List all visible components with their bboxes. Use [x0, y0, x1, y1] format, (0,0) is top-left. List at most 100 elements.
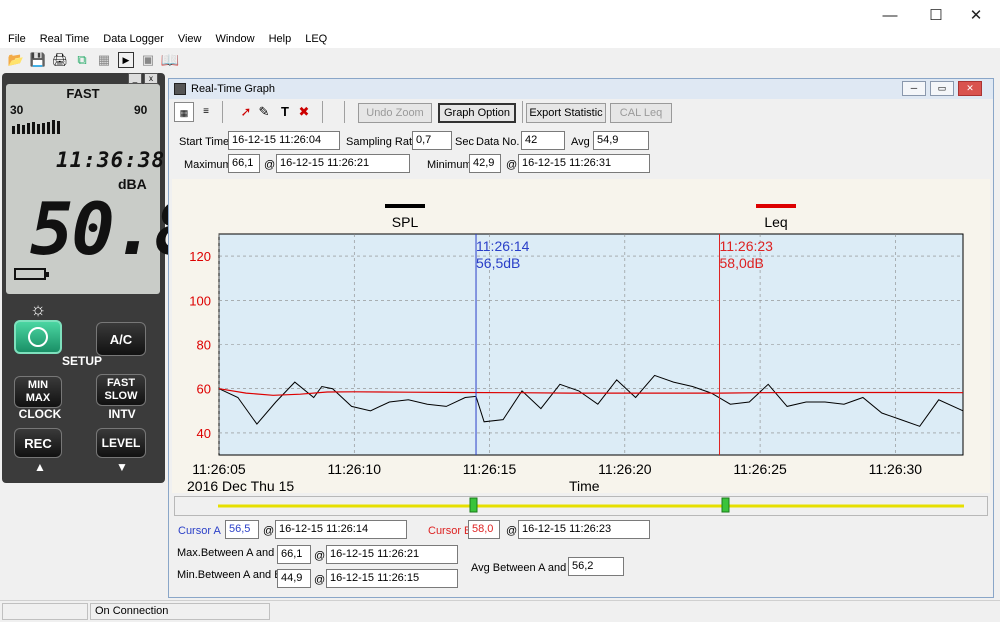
- maximum-time-field: 16-12-15 11:26:21: [276, 154, 410, 173]
- setup-label: SETUP: [61, 354, 102, 368]
- avg-between-field: 56,2: [568, 557, 624, 576]
- play-icon[interactable]: ▶: [118, 52, 134, 68]
- power-button[interactable]: [14, 320, 62, 354]
- real-time-chart[interactable]: 40 60 80 100 120 11:26:05 11:26:10 11:26:15 11:2…: [172, 179, 990, 493]
- cursor-b-handle[interactable]: [721, 497, 730, 513]
- graph-window-title-bar: Real-Time Graph: [169, 79, 993, 99]
- cursor-time-label: 11:26:14: [476, 238, 530, 254]
- fast-label: FAST: [106, 377, 136, 389]
- cursor-time-label: 11:26:23: [720, 238, 774, 254]
- at-symbol: @: [506, 525, 518, 537]
- max-label: MAX: [25, 392, 51, 404]
- y-tick-label: 40: [197, 426, 211, 441]
- stop-icon[interactable]: ▣: [140, 52, 156, 68]
- up-arrow-icon: ▲: [34, 460, 46, 474]
- x-tick-label: 11:26:30: [869, 461, 923, 477]
- cursor-value-label: 56,5dB: [476, 255, 520, 271]
- copy-icon[interactable]: ⧉: [74, 52, 90, 68]
- export-statistic-button[interactable]: Export Statistic: [526, 103, 606, 123]
- menu-leq[interactable]: LEQ: [297, 33, 333, 45]
- y-tick-label: 100: [189, 293, 211, 308]
- min-between-field: 44,9: [277, 569, 311, 588]
- cursor-slider[interactable]: [174, 496, 988, 516]
- menu-bar: File Real Time Data Logger View Window H…: [0, 30, 1000, 48]
- at-symbol: @: [264, 159, 276, 171]
- close-button[interactable]: ✕: [954, 0, 998, 30]
- cursor-b-time: 16-12-15 11:26:23: [518, 520, 650, 539]
- separator: [522, 101, 523, 123]
- graph-option-button[interactable]: Graph Option: [438, 103, 516, 123]
- text-tool-icon[interactable]: T: [275, 102, 295, 122]
- cursor-b-label: Cursor B: [428, 525, 472, 537]
- pointer-tool-icon[interactable]: ➚: [236, 102, 256, 122]
- maximum-field: 66,1: [228, 154, 260, 173]
- min-max-button[interactable]: MIN MAX: [14, 376, 62, 408]
- save-icon[interactable]: 💾: [30, 52, 46, 68]
- meter-close-button[interactable]: x: [144, 73, 158, 84]
- status-pane-empty: [2, 603, 88, 620]
- max-between-label: Max.Between A and B: [177, 547, 285, 559]
- clock-label: CLOCK: [18, 407, 62, 421]
- min-between-label: Min.Between A and B: [177, 569, 282, 581]
- x-tick-label: 11:26:05: [192, 461, 246, 477]
- minimum-time-field: 16-12-15 11:26:31: [518, 154, 650, 173]
- pencil-tool-icon[interactable]: ✎: [254, 102, 274, 122]
- connection-status: On Connection: [90, 603, 270, 620]
- menu-real-time[interactable]: Real Time: [32, 33, 96, 45]
- data-no-label: Data No.: [476, 136, 520, 148]
- menu-window[interactable]: Window: [207, 33, 260, 45]
- minimize-button[interactable]: —: [868, 0, 912, 30]
- book-icon[interactable]: 📖: [161, 52, 180, 69]
- rec-button[interactable]: REC: [14, 428, 62, 458]
- at-symbol: @: [314, 550, 326, 562]
- power-icon: [28, 327, 48, 347]
- lcd-range-low: 30: [10, 103, 24, 117]
- graph-minimize-button[interactable]: ─: [902, 81, 926, 96]
- min-between-time: 16-12-15 11:26:15: [326, 569, 458, 588]
- graph-window-title: Real-Time Graph: [191, 83, 275, 95]
- ac-button[interactable]: A/C: [96, 322, 146, 356]
- legend-spl-label: SPL: [392, 214, 419, 230]
- sampling-rate-label: Sampling Rate: [346, 136, 419, 148]
- graph-close-button[interactable]: ✕: [958, 81, 982, 96]
- down-arrow-icon: ▼: [116, 460, 128, 474]
- open-folder-icon[interactable]: 📂: [8, 52, 24, 68]
- at-symbol: @: [263, 525, 275, 537]
- menu-view[interactable]: View: [170, 33, 208, 45]
- print-icon[interactable]: 🖨: [52, 52, 69, 68]
- x-tick-label: 11:26:20: [598, 461, 652, 477]
- cursor-a-label: Cursor A: [178, 525, 221, 537]
- grid-icon[interactable]: ▦: [96, 52, 112, 68]
- meter-minimize-button[interactable]: _: [128, 73, 142, 84]
- separator: [322, 101, 323, 123]
- table-view-icon[interactable]: ▦: [174, 102, 194, 122]
- cursor-a-time: 16-12-15 11:26:14: [275, 520, 407, 539]
- max-between-field: 66,1: [277, 545, 311, 564]
- level-button[interactable]: LEVEL: [96, 428, 146, 458]
- max-between-time: 16-12-15 11:26:21: [326, 545, 458, 564]
- sec-label: Sec: [455, 136, 474, 148]
- undo-zoom-button[interactable]: Undo Zoom: [358, 103, 432, 123]
- graph-restore-button[interactable]: ▭: [930, 81, 954, 96]
- y-tick-label: 80: [197, 338, 211, 353]
- min-label: MIN: [27, 379, 49, 391]
- cursor-marker-tool-icon[interactable]: ✖: [294, 102, 314, 122]
- maximize-button[interactable]: ☐: [914, 0, 958, 30]
- fast-slow-button[interactable]: FAST SLOW: [96, 374, 146, 406]
- list-view-icon[interactable]: ≡: [196, 102, 216, 122]
- x-tick-label: 11:26:15: [463, 461, 517, 477]
- cursor-b-value: 58,0: [468, 520, 500, 539]
- lcd-range-high: 90: [134, 103, 148, 117]
- backlight-sun-icon[interactable]: ☼: [27, 298, 49, 320]
- maximum-label: Maximum: [184, 159, 232, 171]
- cursor-a-value: 56,5: [225, 520, 259, 539]
- cal-leq-button[interactable]: CAL Leq: [610, 103, 672, 123]
- menu-help[interactable]: Help: [261, 33, 298, 45]
- avg-field: 54,9: [593, 131, 649, 150]
- toolbar: 📂 💾 🖨 ⧉ ▦ ▶ ▣ 📖: [0, 48, 1000, 72]
- menu-file[interactable]: File: [0, 33, 32, 45]
- cursor-a-handle[interactable]: [469, 497, 478, 513]
- data-no-field: 42: [521, 131, 565, 150]
- menu-data-logger[interactable]: Data Logger: [95, 33, 170, 45]
- lcd-clock: 11:36:38: [56, 148, 166, 172]
